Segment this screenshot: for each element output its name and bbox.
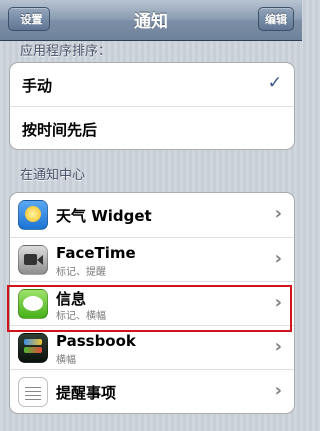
chevron-right-icon: › xyxy=(274,380,282,401)
sort-option-label: 手动 xyxy=(22,77,53,95)
app-name: 天气 Widget xyxy=(56,207,152,225)
notification-center-header: 在通知中心 xyxy=(20,168,86,183)
app-name: Passbook xyxy=(56,332,136,350)
sort-option-label: 按时间先后 xyxy=(22,121,98,139)
app-alert-style: 标记、提醒 xyxy=(56,267,106,278)
app-alert-style: 横幅 xyxy=(56,355,76,366)
app-name: 信息 xyxy=(56,290,87,308)
notification-apps-group: 天气 Widget › FaceTime 标记、提醒 › 信息 标记、横幅 › … xyxy=(9,192,295,414)
sort-section-header: 应用程序排序： xyxy=(20,44,112,59)
facetime-icon xyxy=(18,245,48,275)
app-row-passbook[interactable]: Passbook 横幅 › xyxy=(10,325,294,369)
messages-icon xyxy=(18,289,48,319)
app-row-messages[interactable]: 信息 标记、横幅 › xyxy=(10,281,294,325)
chevron-right-icon: › xyxy=(274,248,282,269)
edit-button[interactable]: 编辑 xyxy=(258,7,294,31)
app-alert-style: 标记、横幅 xyxy=(56,311,106,322)
navigation-bar: 设置 通知 编辑 xyxy=(0,0,302,41)
passbook-icon xyxy=(18,333,48,363)
checkmark-icon: ✓ xyxy=(267,73,282,93)
edit-button-label: 编辑 xyxy=(265,13,287,26)
chevron-right-icon: › xyxy=(274,292,282,313)
sort-options-group: 手动 ✓ 按时间先后 xyxy=(9,62,295,150)
sort-option-by-time[interactable]: 按时间先后 xyxy=(10,106,294,149)
chevron-right-icon: › xyxy=(274,336,282,357)
chevron-right-icon: › xyxy=(274,203,282,224)
app-name: FaceTime xyxy=(56,244,136,262)
page-title: 通知 xyxy=(134,12,168,32)
app-row-facetime[interactable]: FaceTime 标记、提醒 › xyxy=(10,237,294,281)
app-row-weather[interactable]: 天气 Widget › xyxy=(10,193,294,237)
weather-icon xyxy=(18,200,48,230)
reminders-icon xyxy=(18,377,48,407)
app-row-reminders[interactable]: 提醒事项 › xyxy=(10,369,294,413)
app-name: 提醒事项 xyxy=(56,384,117,402)
sort-option-manual[interactable]: 手动 ✓ xyxy=(10,63,294,106)
